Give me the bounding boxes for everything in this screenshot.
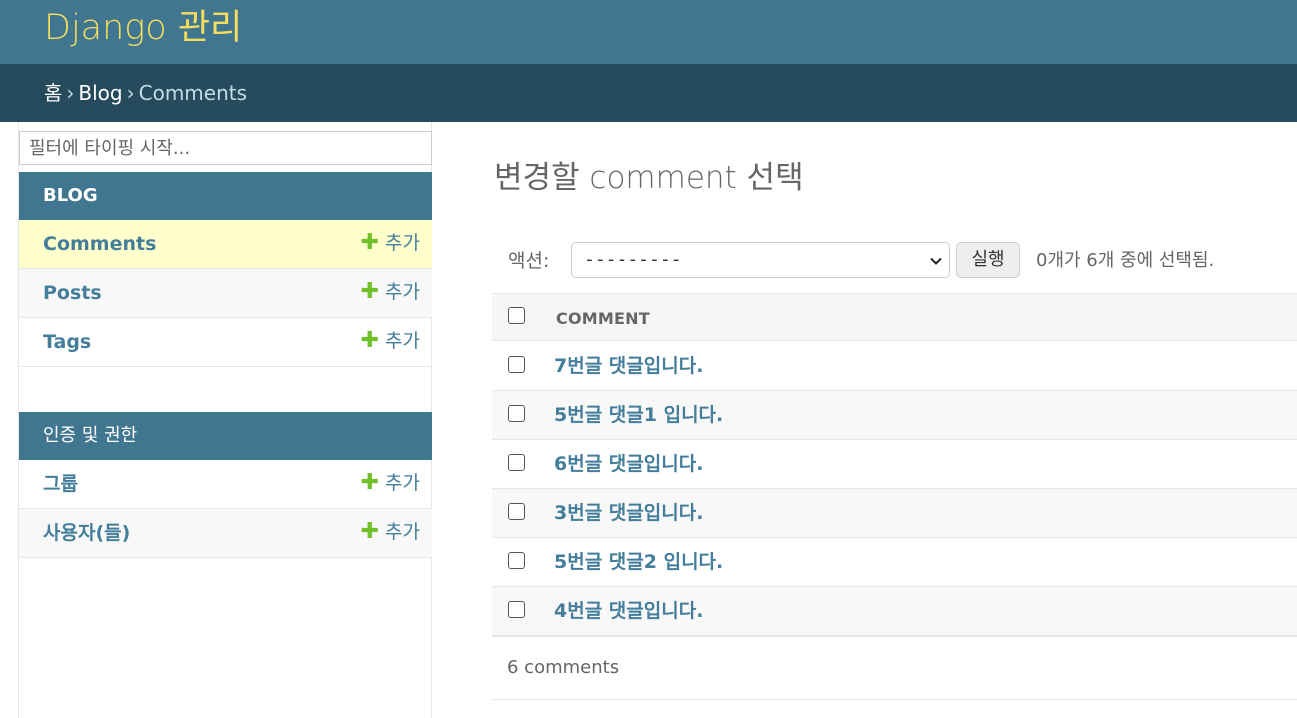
add-user-link[interactable]: ✚ 추가	[361, 509, 420, 555]
add-label: 추가	[385, 232, 420, 254]
table-row: 7번글 댓글입니다.	[492, 342, 1297, 391]
table-header: COMMENT	[492, 293, 1297, 341]
row-checkbox[interactable]	[508, 552, 525, 569]
nav-sidebar: BLOG Comments ✚추가 Posts ✚추가 Tags ✚추가 인증 …	[18, 122, 432, 718]
add-post-link[interactable]: ✚ 추가	[361, 269, 420, 315]
model-link-groups[interactable]: 그룹	[43, 460, 78, 508]
model-link-tags[interactable]: Tags	[43, 318, 91, 366]
row-checkbox[interactable]	[508, 503, 525, 520]
column-header-comment[interactable]: COMMENT	[556, 309, 650, 328]
breadcrumb-app[interactable]: Blog	[78, 81, 122, 105]
run-action-button[interactable]: 실행	[956, 242, 1020, 278]
page-title: 변경할 comment 선택	[494, 160, 804, 196]
paginator: 6 comments	[492, 636, 1297, 700]
action-select[interactable]: ---------	[571, 242, 950, 278]
add-tag-link[interactable]: ✚ 추가	[361, 318, 420, 364]
add-label: 추가	[385, 521, 420, 543]
row-checkbox[interactable]	[508, 356, 525, 373]
comment-link[interactable]: 7번글 댓글입니다.	[554, 342, 703, 390]
plus-icon: ✚	[360, 279, 380, 304]
comment-link[interactable]: 5번글 댓글2 입니다.	[554, 538, 723, 586]
table-row: 5번글 댓글1 입니다.	[492, 391, 1297, 440]
site-brand-link[interactable]: Django 관리	[44, 6, 242, 50]
sidebar-item-comments: Comments ✚ 추가	[19, 220, 432, 269]
comment-link[interactable]: 3번글 댓글입니다.	[554, 489, 703, 537]
sidebar-item-tags: Tags ✚ 추가	[19, 318, 432, 367]
site-header: Django 관리	[0, 0, 1297, 64]
table-row: 5번글 댓글2 입니다.	[492, 538, 1297, 587]
module-caption-auth[interactable]: 인증 및 권한	[19, 412, 432, 460]
actions-label: 액션:	[508, 250, 550, 272]
add-comment-link[interactable]: ✚ 추가	[361, 220, 420, 266]
row-checkbox[interactable]	[508, 454, 525, 471]
selection-counter: 0개가 6개 중에 선택됨.	[1036, 250, 1215, 271]
add-label: 추가	[385, 281, 420, 303]
comment-link[interactable]: 6번글 댓글입니다.	[554, 440, 703, 488]
comment-link[interactable]: 5번글 댓글1 입니다.	[554, 391, 723, 439]
plus-icon: ✚	[360, 470, 380, 495]
add-label: 추가	[385, 330, 420, 352]
row-checkbox[interactable]	[508, 601, 525, 618]
add-label: 추가	[385, 472, 420, 494]
model-link-posts[interactable]: Posts	[43, 269, 102, 317]
breadcrumb-separator: ›	[126, 81, 135, 105]
sidebar-item-users: 사용자(들) ✚ 추가	[19, 509, 432, 558]
comment-link[interactable]: 4번글 댓글입니다.	[554, 587, 703, 635]
table-row: 3번글 댓글입니다.	[492, 489, 1297, 538]
model-link-users[interactable]: 사용자(들)	[43, 509, 130, 557]
select-all-checkbox[interactable]	[508, 307, 525, 324]
action-select-value: ---------	[584, 249, 682, 270]
breadcrumb-home[interactable]: 홈	[44, 81, 62, 105]
model-link-comments[interactable]: Comments	[43, 220, 156, 268]
main-content: 변경할 comment 선택 액션: --------- 실행 0개가 6개 중…	[492, 122, 1297, 718]
breadcrumb-current: Comments	[138, 81, 248, 105]
actions-bar: 액션: --------- 실행 0개가 6개 중에 선택됨.	[492, 234, 1297, 284]
nav-filter-input[interactable]	[19, 131, 432, 165]
result-count: 6 comments	[507, 657, 620, 678]
breadcrumb-separator: ›	[66, 81, 75, 105]
table-row: 6번글 댓글입니다.	[492, 440, 1297, 489]
table-row: 4번글 댓글입니다.	[492, 587, 1297, 636]
module-caption-blog[interactable]: BLOG	[19, 172, 432, 220]
plus-icon: ✚	[360, 519, 380, 544]
sidebar-item-posts: Posts ✚ 추가	[19, 269, 432, 318]
chevron-down-icon	[930, 257, 942, 265]
plus-icon: ✚	[360, 230, 380, 255]
sidebar-item-groups: 그룹 ✚ 추가	[19, 460, 432, 509]
add-group-link[interactable]: ✚ 추가	[361, 460, 420, 506]
breadcrumb: 홈 › Blog › Comments	[0, 64, 1297, 122]
row-checkbox[interactable]	[508, 405, 525, 422]
plus-icon: ✚	[360, 328, 380, 353]
